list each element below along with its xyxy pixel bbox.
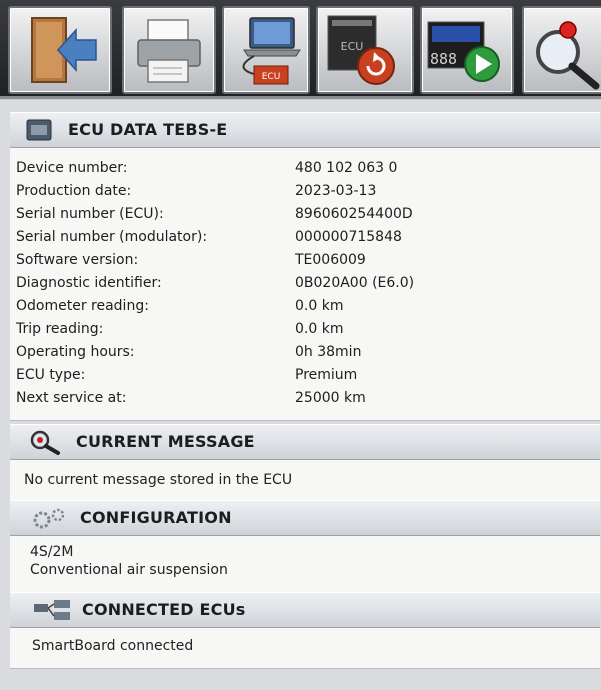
- ecu-chip-icon: [26, 119, 52, 141]
- software-version-label: Software version:: [16, 252, 139, 268]
- configuration-title: CONFIGURATION: [80, 508, 232, 527]
- ecu-data-title: ECU DATA TEBS-E: [68, 120, 228, 139]
- ecu-type-label: ECU type:: [16, 367, 86, 383]
- exit-button[interactable]: [8, 6, 112, 94]
- serial-number-modulator-value: 000000715848: [295, 229, 402, 245]
- toolbar: ECU ECU 888: [0, 0, 601, 99]
- laptop-ecu-connection-icon: ECU: [242, 17, 301, 85]
- print-button[interactable]: [122, 6, 216, 94]
- next-service-value: 25000 km: [295, 390, 366, 406]
- search-button[interactable]: [522, 6, 601, 94]
- ecu-data-table: Device number: 480 102 063 0 Production …: [10, 148, 600, 421]
- connected-ecus-header: CONNECTED ECUs: [10, 592, 600, 628]
- production-date-value: 2023-03-13: [295, 183, 377, 199]
- next-service-label: Next service at:: [16, 390, 127, 406]
- trip-reading-label: Trip reading:: [16, 321, 104, 337]
- device-number-value: 480 102 063 0: [295, 160, 398, 176]
- diagnostic-identifier-label: Diagnostic identifier:: [16, 275, 162, 291]
- ecu-reset-icon: ECU: [327, 15, 395, 85]
- production-date-label: Production date:: [16, 183, 132, 199]
- magnifier-icon: [536, 21, 600, 90]
- connected-modules-icon: [34, 600, 70, 620]
- configuration-body: 4S/2M Conventional air suspension: [10, 536, 600, 593]
- odometer-reading-label: Odometer reading:: [16, 298, 149, 314]
- magnifier-icon: [30, 430, 60, 455]
- odometer-reading-value: 0.0 km: [295, 298, 344, 314]
- ecu-type-value: Premium: [295, 367, 358, 383]
- operating-hours-value: 0h 38min: [295, 344, 362, 360]
- configuration-header: CONFIGURATION: [10, 500, 600, 536]
- diagnostic-identifier-value: 0B020A00 (E6.0): [295, 275, 415, 291]
- display-digits: 888: [430, 50, 457, 68]
- serial-number-ecu-value: 896060254400D: [295, 206, 413, 222]
- connect-ecu-button[interactable]: ECU: [222, 6, 310, 94]
- ecu-badge-text: ECU: [262, 72, 281, 82]
- printer-icon: [137, 19, 201, 83]
- connected-ecus-text: SmartBoard connected: [32, 638, 194, 654]
- ecu-chip-text: ECU: [341, 40, 364, 53]
- connected-ecus-body: SmartBoard connected: [10, 628, 600, 669]
- reset-ecu-button[interactable]: ECU: [316, 6, 414, 94]
- current-message-text: No current message stored in the ECU: [24, 472, 293, 488]
- serial-number-modulator-label: Serial number (modulator):: [16, 229, 208, 245]
- trip-reading-value: 0.0 km: [295, 321, 344, 337]
- current-message-body: No current message stored in the ECU: [10, 460, 600, 501]
- operating-hours-label: Operating hours:: [16, 344, 135, 360]
- start-diagnosis-button[interactable]: 888: [420, 6, 514, 94]
- software-version-value: TE006009: [295, 252, 366, 268]
- serial-number-ecu-label: Serial number (ECU):: [16, 206, 164, 222]
- connected-ecus-title: CONNECTED ECUs: [82, 600, 246, 619]
- current-message-header: CURRENT MESSAGE: [10, 424, 600, 460]
- ecu-data-header: ECU DATA TEBS-E: [10, 112, 600, 148]
- gears-icon: [33, 508, 65, 529]
- configuration-line-1: 4S/2M: [30, 544, 74, 560]
- configuration-line-2: Conventional air suspension: [30, 562, 228, 578]
- device-number-label: Device number:: [16, 160, 128, 176]
- door-exit-arrow-icon: [31, 17, 97, 83]
- display-play-icon: 888: [427, 21, 500, 82]
- current-message-title: CURRENT MESSAGE: [76, 432, 255, 451]
- ecu-info-panel: ECU DATA TEBS-E Device number: 480 102 0…: [0, 100, 601, 690]
